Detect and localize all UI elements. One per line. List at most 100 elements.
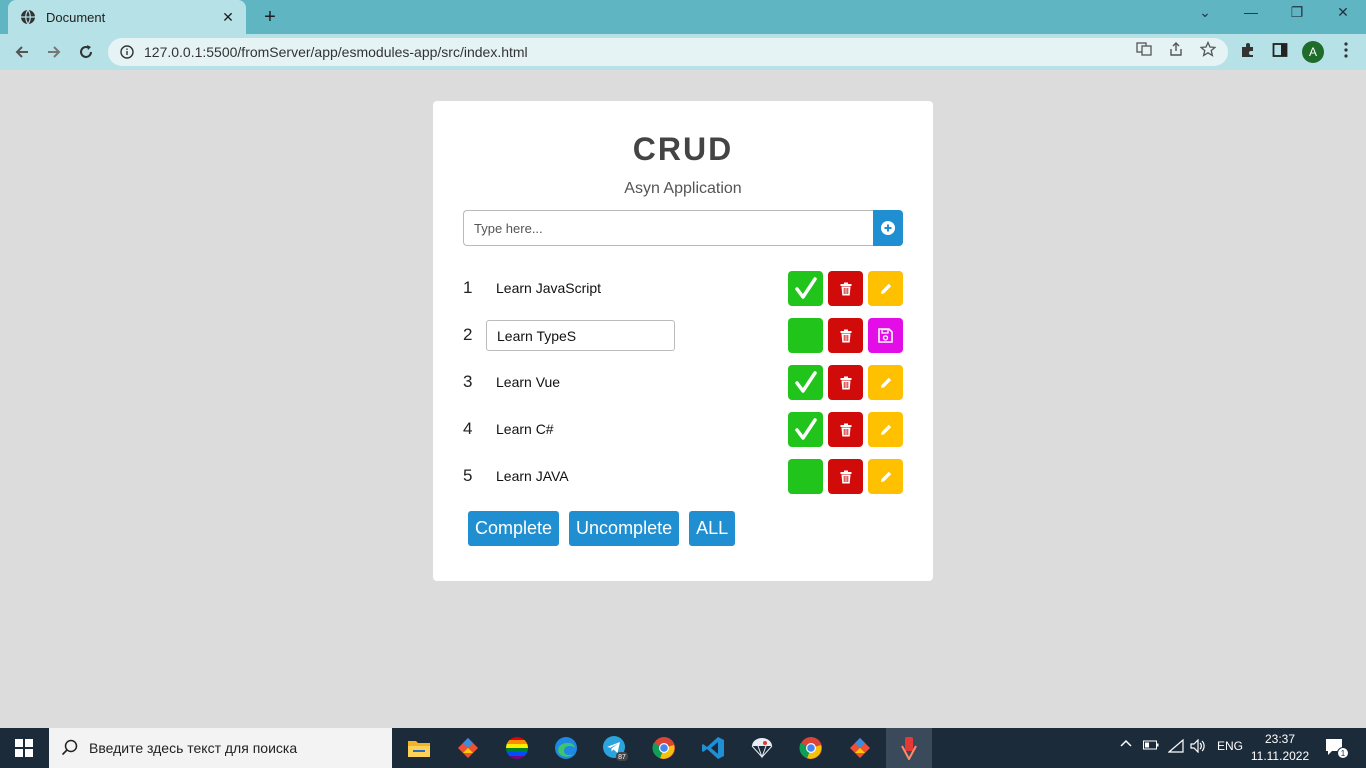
extensions-puzzle-icon[interactable] [1238,40,1258,60]
git-app-icon[interactable] [454,734,482,762]
todo-item: 5 Learn JAVA [463,459,903,494]
chrome-profile-icon[interactable] [650,734,678,762]
filter-all-button[interactable]: ALL [689,511,736,546]
windows-logo-icon [15,739,33,757]
edit-button[interactable] [868,365,903,400]
tab-title: Document [46,9,106,25]
complete-button[interactable] [788,271,823,306]
wifi-icon[interactable] [1167,738,1184,756]
start-button[interactable] [0,728,48,768]
windows-taskbar: Введите здесь текст для поиска 87 ENG 23… [0,728,1366,768]
todo-text: Learn JavaScript [496,280,602,296]
address-bar[interactable]: 127.0.0.1:5500/fromServer/app/esmodules-… [108,38,1228,66]
translate-icon[interactable] [1135,40,1153,58]
info-icon[interactable] [120,45,134,59]
edit-todo-input[interactable] [486,320,675,351]
crud-card: CRUD Asyn Application 1 Learn JavaScript… [433,101,933,581]
reload-button[interactable] [74,40,98,64]
trash-icon [840,282,851,295]
checkmark-icon [794,370,817,393]
chrome-icon[interactable] [797,734,825,762]
file-explorer-icon[interactable] [405,734,433,762]
todo-item: 1 Learn JavaScript [463,271,903,306]
close-window-button[interactable]: ✕ [1331,4,1355,21]
app-subtitle: Asyn Application [624,180,742,197]
todo-number: 4 [463,419,473,438]
trash-icon [840,470,851,483]
more-menu-icon[interactable] [1336,40,1356,60]
telegram-icon[interactable]: 87 [601,734,629,762]
url-text: 127.0.0.1:5500/fromServer/app/esmodules-… [144,44,528,60]
edge-browser-icon[interactable] [552,734,580,762]
side-panel-icon[interactable] [1270,40,1290,60]
app-title: CRUD [632,131,734,167]
reload-icon [80,45,92,58]
forward-button[interactable] [42,40,66,64]
git-gui-icon[interactable] [846,734,874,762]
todo-item-editing: 2 [463,318,903,353]
edit-button[interactable] [868,271,903,306]
notification-center-icon[interactable]: 1 [1325,737,1349,762]
clock-date: 11.11.2022 [1250,749,1310,763]
complete-button[interactable] [788,318,823,353]
complete-button[interactable] [788,459,823,494]
todo-item: 4 Learn C# [463,412,903,447]
browser-tab[interactable]: Document ✕ [8,0,246,34]
todo-number: 1 [463,278,473,297]
pencil-icon [880,283,891,294]
bookmark-star-icon[interactable] [1199,40,1217,58]
todo-number: 3 [463,372,473,391]
delete-button[interactable] [828,318,863,353]
delete-button[interactable] [828,365,863,400]
clock-time: 23:37 [1264,732,1296,746]
restore-button[interactable]: ❐ [1285,4,1309,21]
todo-number: 2 [463,325,473,344]
tab-search-icon[interactable]: ⌄ [1193,4,1217,21]
parachute-app-icon[interactable] [748,734,776,762]
delete-button[interactable] [828,412,863,447]
minimize-button[interactable]: — [1239,4,1263,20]
complete-button[interactable] [788,412,823,447]
trash-icon [840,376,851,389]
trash-icon [840,329,851,342]
edit-button[interactable] [868,412,903,447]
profile-avatar[interactable]: A [1302,41,1324,63]
share-icon[interactable] [1167,40,1185,58]
add-todo-form [463,210,903,246]
checkmark-icon [794,276,817,299]
taskbar-clock[interactable]: 23:37 11.11.2022 [1250,731,1310,765]
browser-tab-strip: Document ✕ + ⌄ — ❐ ✕ [0,0,1366,34]
taskbar-search-box[interactable]: Введите здесь текст для поиска [49,728,392,768]
complete-button[interactable] [788,365,823,400]
search-placeholder: Введите здесь текст для поиска [89,740,298,756]
pencil-icon [880,471,891,482]
active-app-icon[interactable] [895,734,923,762]
trash-icon [840,423,851,436]
todo-input[interactable] [463,210,873,246]
filter-uncomplete-button[interactable]: Uncomplete [569,511,680,546]
filter-complete-button[interactable]: Complete [468,511,560,546]
volume-icon[interactable] [1190,738,1206,756]
filter-buttons: Complete Uncomplete ALL [468,511,736,546]
edit-button[interactable] [868,459,903,494]
close-tab-icon[interactable]: ✕ [220,9,236,26]
plus-circle-icon [881,221,895,235]
battery-icon[interactable] [1143,739,1159,754]
vscode-icon[interactable] [699,734,727,762]
back-arrow-icon [15,46,28,58]
save-button[interactable] [868,318,903,353]
new-tab-button[interactable]: + [258,5,282,29]
delete-button[interactable] [828,459,863,494]
pencil-icon [880,377,891,388]
delete-button[interactable] [828,271,863,306]
language-indicator[interactable]: ENG [1217,739,1243,753]
todo-item: 3 Learn Vue [463,365,903,400]
floppy-disk-icon [878,328,893,343]
back-button[interactable] [10,40,34,64]
pride-app-icon[interactable] [503,734,531,762]
forward-arrow-icon [48,46,61,58]
show-hidden-icons-chevron[interactable] [1120,737,1132,752]
globe-icon [21,9,35,25]
todo-number: 5 [463,466,473,485]
add-button[interactable] [873,210,903,246]
